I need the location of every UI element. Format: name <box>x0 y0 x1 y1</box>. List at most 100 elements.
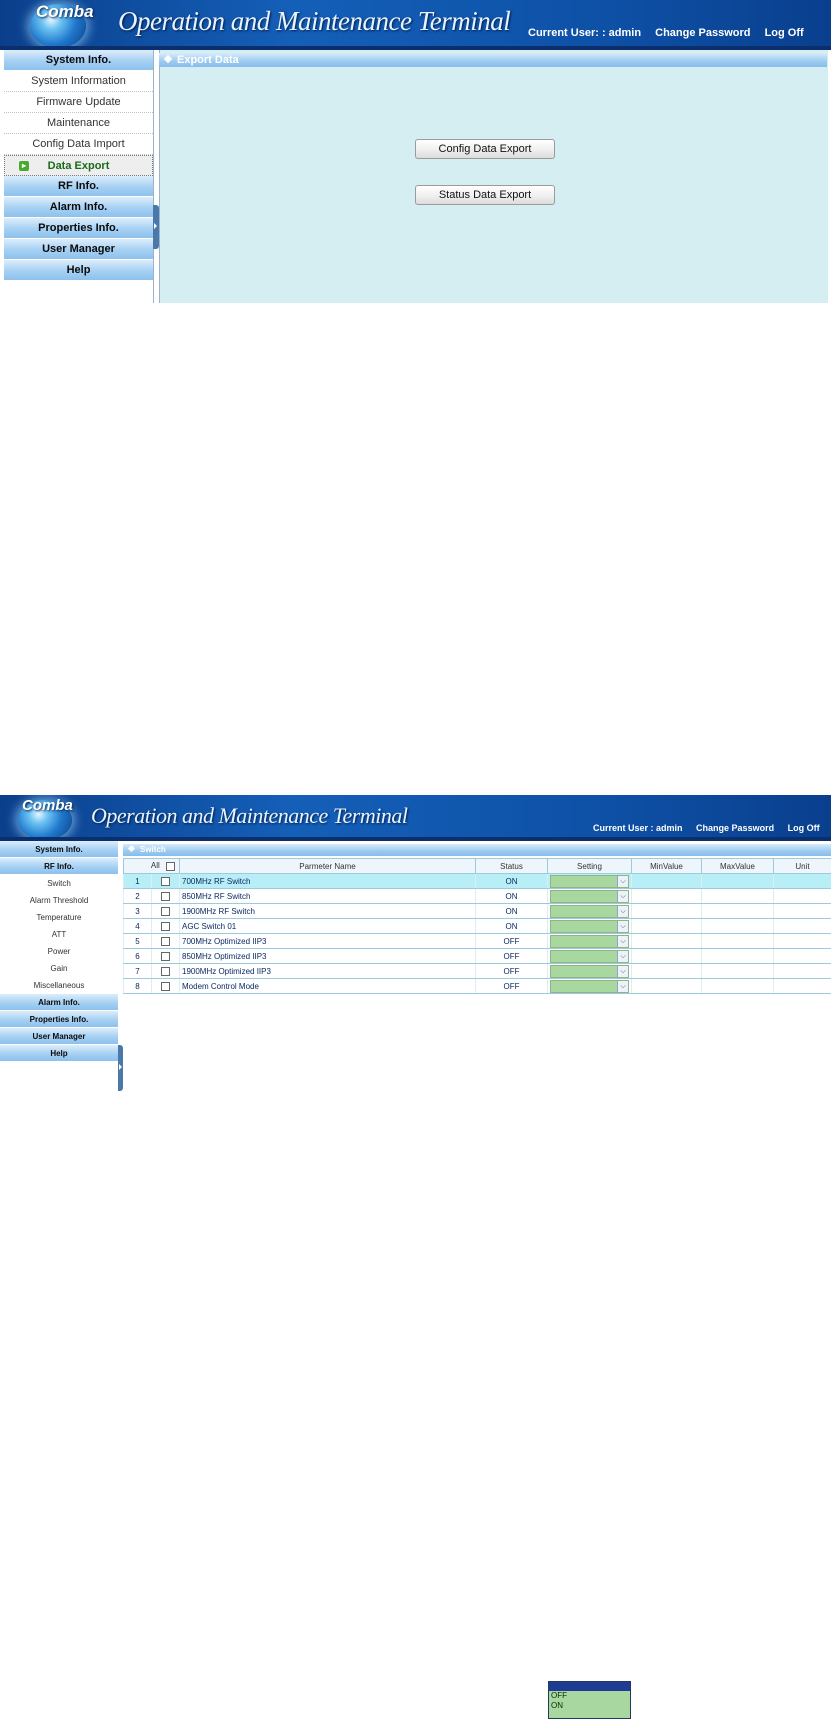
setting-select[interactable]: ⌵ <box>550 965 629 978</box>
menu-group-properties-info[interactable]: Properties Info. <box>4 218 153 239</box>
table-row[interactable]: 31900MHz RF SwitchON⌵ <box>124 904 831 919</box>
sidebar-item-alarm-threshold[interactable]: Alarm Threshold <box>0 892 118 909</box>
table-row[interactable]: 71900MHz Optimized IIP3OFF⌵ <box>124 964 831 979</box>
switch-table-container: All Parmeter Name Status Setting MinValu… <box>123 858 831 994</box>
chevron-down-icon[interactable]: ⌵ <box>617 921 628 932</box>
sidebar-item-label: Maintenance <box>47 117 110 129</box>
sidebar-item-temperature[interactable]: Temperature <box>0 909 118 926</box>
min-value <box>632 949 702 964</box>
menu-group-rf-info[interactable]: RF Info. <box>0 858 118 875</box>
menu-group-alarm-info[interactable]: Alarm Info. <box>0 994 118 1011</box>
row-checkbox[interactable] <box>161 922 170 931</box>
status-value: ON <box>476 919 548 934</box>
row-number: 8 <box>124 979 152 994</box>
chevron-down-icon[interactable]: ⌵ <box>617 906 628 917</box>
menu-group-system-info[interactable]: System Info. <box>0 841 118 858</box>
table-row[interactable]: 2850MHz RF SwitchON⌵ <box>124 889 831 904</box>
parameter-name: 700MHz RF Switch <box>180 874 476 889</box>
sidebar-item-maintenance[interactable]: Maintenance <box>4 113 153 134</box>
setting-select[interactable]: ⌵ <box>550 920 629 933</box>
max-value <box>702 874 774 889</box>
column-max-value: MaxValue <box>702 859 774 874</box>
chevron-down-icon[interactable]: ⌵ <box>617 966 628 977</box>
table-row[interactable]: 8Modem Control ModeOFF⌵ <box>124 979 831 994</box>
sidebar-collapse-handle[interactable] <box>118 1045 123 1091</box>
menu-group-rf-info[interactable]: RF Info. <box>4 176 153 197</box>
content-area <box>159 50 828 303</box>
setting-cell: ⌵ <box>548 919 632 934</box>
menu-group-properties-info[interactable]: Properties Info. <box>0 1011 118 1028</box>
row-checkbox[interactable] <box>161 982 170 991</box>
min-value <box>632 874 702 889</box>
log-off-link[interactable]: Log Off <box>788 823 820 833</box>
sidebar-item-data-export[interactable]: ▸Data Export <box>4 155 153 176</box>
chevron-down-icon[interactable]: ⌵ <box>617 951 628 962</box>
setting-select[interactable]: ⌵ <box>550 890 629 903</box>
table-row[interactable]: 4AGC Switch 01ON⌵ <box>124 919 831 934</box>
dropdown-option-off[interactable]: OFF <box>549 1691 630 1701</box>
table-row[interactable]: 6850MHz Optimized IIP3OFF⌵ <box>124 949 831 964</box>
sidebar-item-firmware-update[interactable]: Firmware Update <box>4 92 153 113</box>
menu-group-user-manager[interactable]: User Manager <box>0 1028 118 1045</box>
sidebar-item-switch[interactable]: Switch <box>0 875 118 892</box>
row-checkbox[interactable] <box>161 967 170 976</box>
change-password-link[interactable]: Change Password <box>655 27 750 39</box>
all-label: All <box>151 861 160 870</box>
current-user-label: Current User: : admin <box>528 27 641 39</box>
row-checkbox[interactable] <box>161 937 170 946</box>
sidebar-item-gain[interactable]: Gain <box>0 960 118 977</box>
table-row[interactable]: 1700MHz RF SwitchON⌵ <box>124 874 831 889</box>
unit-value <box>774 889 831 904</box>
change-password-link[interactable]: Change Password <box>696 823 774 833</box>
menu-group-help[interactable]: Help <box>0 1045 118 1062</box>
setting-cell: ⌵ <box>548 904 632 919</box>
setting-select[interactable]: ⌵ <box>550 905 629 918</box>
chevron-down-icon[interactable]: ⌵ <box>617 936 628 947</box>
log-off-link[interactable]: Log Off <box>765 27 804 39</box>
row-number: 2 <box>124 889 152 904</box>
sidebar-item-label: Help <box>50 1049 67 1058</box>
select-all-checkbox[interactable] <box>166 862 175 871</box>
setting-select[interactable]: ⌵ <box>550 950 629 963</box>
sidebar-item-system-information[interactable]: System Information <box>4 71 153 92</box>
setting-select[interactable]: ⌵ <box>550 875 629 888</box>
chevron-down-icon[interactable]: ⌵ <box>617 876 628 887</box>
menu-group-user-manager[interactable]: User Manager <box>4 239 153 260</box>
dropdown-option-blank[interactable] <box>549 1682 630 1691</box>
menu-group-help[interactable]: Help <box>4 260 153 281</box>
row-checkbox[interactable] <box>161 877 170 886</box>
row-checkbox[interactable] <box>161 952 170 961</box>
sidebar-item-label: Data Export <box>48 160 110 172</box>
dropdown-option-on[interactable]: ON <box>549 1701 630 1711</box>
setting-cell: ⌵ <box>548 874 632 889</box>
app-header: Comba Operation and Maintenance Terminal… <box>0 0 831 50</box>
chevron-down-icon[interactable]: ⌵ <box>617 891 628 902</box>
sidebar-item-config-data-import[interactable]: Config Data Import <box>4 134 153 155</box>
sidebar-item-power[interactable]: Power <box>0 943 118 960</box>
sidebar-item-label: Help <box>67 264 91 276</box>
row-number: 4 <box>124 919 152 934</box>
sidebar-menu: System Info.System InformationFirmware U… <box>4 50 154 303</box>
row-checkbox[interactable] <box>161 892 170 901</box>
setting-cell: ⌵ <box>548 889 632 904</box>
status-value: OFF <box>476 979 548 994</box>
config-data-export-button[interactable]: Config Data Export <box>415 139 555 159</box>
setting-select[interactable]: ⌵ <box>550 935 629 948</box>
setting-select[interactable]: ⌵ <box>550 980 629 993</box>
table-row[interactable]: 5700MHz Optimized IIP3OFF⌵ <box>124 934 831 949</box>
sidebar-item-label: Config Data Import <box>32 138 124 150</box>
row-checkbox[interactable] <box>161 907 170 916</box>
sidebar-item-miscellaneous[interactable]: Miscellaneous <box>0 977 118 994</box>
chevron-down-icon[interactable]: ⌵ <box>617 981 628 992</box>
sidebar-item-att[interactable]: ATT <box>0 926 118 943</box>
setting-dropdown-list[interactable]: OFFON <box>548 1681 631 1719</box>
status-data-export-button[interactable]: Status Data Export <box>415 185 555 205</box>
sidebar-menu: System Info.RF Info.SwitchAlarm Threshol… <box>0 841 119 1118</box>
min-value <box>632 934 702 949</box>
switch-settings-screen: Comba Operation and Maintenance Terminal… <box>0 795 831 1118</box>
sidebar-item-label: Properties Info. <box>38 222 119 234</box>
menu-group-system-info[interactable]: System Info. <box>4 50 153 71</box>
parameter-name: 850MHz Optimized IIP3 <box>180 949 476 964</box>
parameter-name: 1900MHz Optimized IIP3 <box>180 964 476 979</box>
menu-group-alarm-info[interactable]: Alarm Info. <box>4 197 153 218</box>
